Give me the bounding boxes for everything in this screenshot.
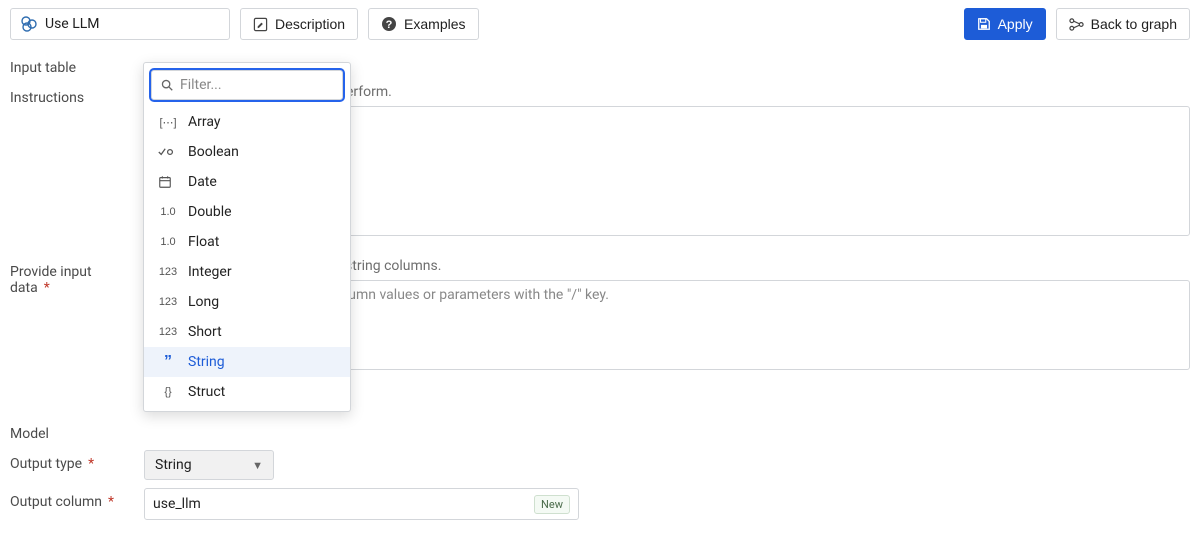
type-option-array[interactable]: [⋯] Array [144, 107, 350, 137]
type-option-integer[interactable]: 123 Integer [144, 257, 350, 287]
top-toolbar: Use LLM Description ? Examples [0, 0, 1200, 48]
edit-icon [253, 17, 268, 32]
output-column-input[interactable]: use_llm New [144, 488, 579, 520]
transform-icon [21, 16, 37, 32]
type-icon: {} [158, 386, 178, 398]
chevron-down-icon: ▼ [252, 459, 263, 472]
description-button[interactable]: Description [240, 8, 358, 40]
type-option-struct[interactable]: {} Struct [144, 377, 350, 407]
required-marker: * [44, 280, 50, 296]
type-option-label: Float [188, 234, 219, 250]
label-model: Model [10, 420, 130, 442]
output-type-select[interactable]: String ▼ [144, 450, 274, 480]
row-output-column: Output column* use_llm New [10, 488, 1190, 520]
type-icon: [⋯] [158, 116, 178, 129]
apply-label: Apply [998, 16, 1033, 32]
type-option-date[interactable]: Date [144, 167, 350, 197]
output-type-value: String [155, 457, 192, 473]
examples-button[interactable]: ? Examples [368, 8, 478, 40]
type-option-label: Short [188, 324, 222, 340]
type-option-float[interactable]: 1.0 Float [144, 227, 350, 257]
filter-placeholder: Filter... [180, 77, 222, 93]
required-marker: * [88, 456, 94, 472]
examples-label: Examples [404, 16, 465, 32]
row-model: Model [10, 420, 1190, 442]
apply-button[interactable]: Apply [964, 8, 1046, 40]
type-option-label: String [188, 354, 225, 370]
transform-title-box[interactable]: Use LLM [10, 8, 230, 40]
type-option-double[interactable]: 1.0 Double [144, 197, 350, 227]
type-icon: 1.0 [158, 206, 178, 218]
label-output-column: Output column* [10, 488, 130, 510]
type-option-short[interactable]: 123 Short [144, 317, 350, 347]
svg-text:?: ? [386, 19, 393, 31]
question-icon: ? [381, 16, 397, 32]
save-icon [977, 17, 991, 31]
type-option-string[interactable]: ” String [144, 347, 350, 377]
type-option-label: Boolean [188, 144, 239, 160]
new-badge: New [534, 495, 570, 514]
type-icon: ” [158, 354, 178, 370]
type-icon [158, 175, 178, 189]
type-icon: 123 [158, 326, 178, 338]
type-icon: 123 [158, 296, 178, 308]
back-label: Back to graph [1091, 16, 1177, 32]
type-option-long[interactable]: 123 Long [144, 287, 350, 317]
type-option-label: Integer [188, 264, 232, 280]
transform-title: Use LLM [45, 16, 100, 32]
output-type-dropdown: Filter... [⋯]ArrayBooleanDate1.0Double1.… [143, 62, 351, 412]
type-icon: 123 [158, 266, 178, 278]
back-to-graph-button[interactable]: Back to graph [1056, 8, 1190, 40]
type-option-label: Struct [188, 384, 225, 400]
row-output-type: Output type* String ▼ [10, 450, 1190, 480]
search-icon [160, 78, 174, 92]
description-label: Description [275, 16, 345, 32]
filter-input[interactable]: Filter... [151, 70, 343, 100]
type-option-label: Double [188, 204, 232, 220]
label-provide-input: Provide input data* [10, 258, 130, 296]
label-input-table: Input table [10, 54, 130, 76]
type-icon [158, 146, 178, 158]
type-option-label: Date [188, 174, 217, 190]
label-output-type: Output type* [10, 450, 130, 472]
type-option-label: Long [188, 294, 219, 310]
output-column-value: use_llm [153, 496, 534, 512]
required-marker: * [108, 494, 114, 510]
type-option-label: Array [188, 114, 220, 130]
type-option-boolean[interactable]: Boolean [144, 137, 350, 167]
type-icon: 1.0 [158, 236, 178, 248]
graph-icon [1069, 17, 1084, 32]
label-instructions: Instructions [10, 84, 130, 106]
type-options-list: [⋯] Array Boolean Date 1.0 Double 1.0 Float 123 I… [144, 107, 350, 411]
